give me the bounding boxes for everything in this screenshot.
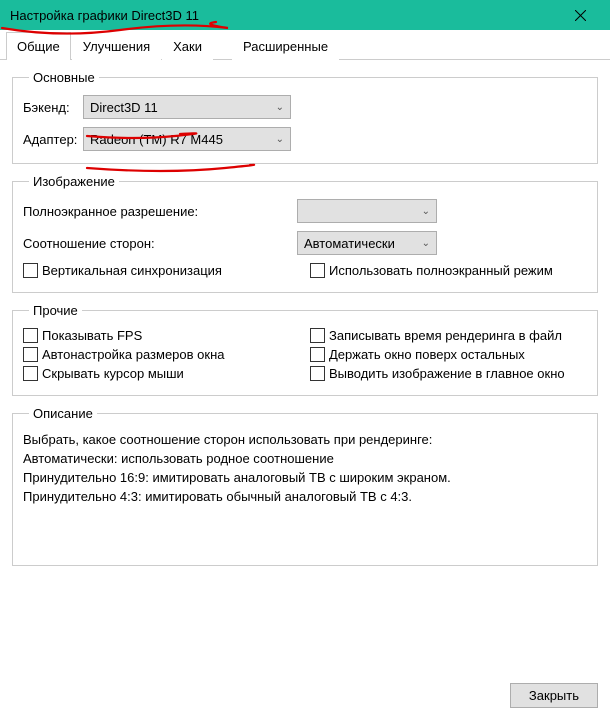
other-row-2: Автонастройка размеров окна Держать окно… <box>23 347 587 362</box>
chevron-down-icon: ⌄ <box>276 134 284 145</box>
group-basic: Основные Бэкенд: Direct3D 11 ⌄ Адаптер: … <box>12 70 598 164</box>
group-other-title: Прочие <box>29 303 82 318</box>
tab-bar: Общие Улучшения Хаки Расширенные <box>0 30 610 60</box>
tab-hacks[interactable]: Хаки <box>162 32 213 60</box>
tab-enhancements[interactable]: Улучшения <box>72 32 161 60</box>
tab-advanced[interactable]: Расширенные <box>232 32 339 60</box>
image-checkbox-row: Вертикальная синхронизация Использовать … <box>23 263 587 278</box>
show-fps-label: Показывать FPS <box>42 328 142 343</box>
keep-ontop-label: Держать окно поверх остальных <box>329 347 525 362</box>
auto-window-label: Автонастройка размеров окна <box>42 347 224 362</box>
tab-general[interactable]: Общие <box>6 32 71 60</box>
render-to-main-label: Выводить изображение в главное окно <box>329 366 565 381</box>
title-bar: Настройка графики Direct3D 11 <box>0 0 610 30</box>
adapter-select-value: Radeon (TM) R7 M445 <box>90 132 223 147</box>
keep-ontop-checkbox[interactable] <box>310 347 325 362</box>
auto-window-checkbox[interactable] <box>23 347 38 362</box>
vsync-checkbox[interactable] <box>23 263 38 278</box>
group-image: Изображение Полноэкранное разрешение: ⌄ … <box>12 174 598 293</box>
adapter-label: Адаптер: <box>23 132 83 147</box>
tab-content: Основные Бэкенд: Direct3D 11 ⌄ Адаптер: … <box>0 60 610 586</box>
chevron-down-icon: ⌄ <box>422 238 430 249</box>
other-row-3: Скрывать курсор мыши Выводить изображени… <box>23 366 587 381</box>
log-render-checkbox[interactable] <box>310 328 325 343</box>
adapter-row: Адаптер: Radeon (TM) R7 M445 ⌄ <box>23 127 587 151</box>
other-row-1: Показывать FPS Записывать время рендерин… <box>23 328 587 343</box>
render-to-main-checkbox-row[interactable]: Выводить изображение в главное окно <box>310 366 587 381</box>
group-description: Описание Выбрать, какое соотношение стор… <box>12 406 598 566</box>
aspect-row: Соотношение сторон: Автоматически ⌄ <box>23 231 587 255</box>
backend-label: Бэкенд: <box>23 100 83 115</box>
show-fps-checkbox[interactable] <box>23 328 38 343</box>
vsync-label: Вертикальная синхронизация <box>42 263 222 278</box>
aspect-select-value: Автоматически <box>304 236 395 251</box>
group-other: Прочие Показывать FPS Записывать время р… <box>12 303 598 396</box>
log-render-checkbox-row[interactable]: Записывать время рендеринга в файл <box>310 328 587 343</box>
adapter-select[interactable]: Radeon (TM) R7 M445 ⌄ <box>83 127 291 151</box>
hide-cursor-label: Скрывать курсор мыши <box>42 366 184 381</box>
window-title: Настройка графики Direct3D 11 <box>10 8 560 23</box>
log-render-label: Записывать время рендеринга в файл <box>329 328 562 343</box>
chevron-down-icon: ⌄ <box>422 206 430 217</box>
fullscreen-label: Использовать полноэкранный режим <box>329 263 553 278</box>
close-button[interactable]: Закрыть <box>510 683 598 708</box>
group-basic-title: Основные <box>29 70 99 85</box>
group-description-title: Описание <box>29 406 97 421</box>
vsync-checkbox-row[interactable]: Вертикальная синхронизация <box>23 263 300 278</box>
show-fps-checkbox-row[interactable]: Показывать FPS <box>23 328 300 343</box>
fullres-row: Полноэкранное разрешение: ⌄ <box>23 199 587 223</box>
hide-cursor-checkbox[interactable] <box>23 366 38 381</box>
close-window-button[interactable] <box>560 0 600 30</box>
dialog-footer: Закрыть <box>510 683 598 708</box>
description-text: Выбрать, какое соотношение сторон исполь… <box>23 431 587 506</box>
chevron-down-icon: ⌄ <box>276 102 284 113</box>
auto-window-checkbox-row[interactable]: Автонастройка размеров окна <box>23 347 300 362</box>
fullres-select[interactable]: ⌄ <box>297 199 437 223</box>
aspect-select[interactable]: Автоматически ⌄ <box>297 231 437 255</box>
fullscreen-checkbox[interactable] <box>310 263 325 278</box>
aspect-label: Соотношение сторон: <box>23 236 213 251</box>
backend-select[interactable]: Direct3D 11 ⌄ <box>83 95 291 119</box>
hide-cursor-checkbox-row[interactable]: Скрывать курсор мыши <box>23 366 300 381</box>
render-to-main-checkbox[interactable] <box>310 366 325 381</box>
fullres-label: Полноэкранное разрешение: <box>23 204 213 219</box>
close-icon <box>575 10 586 21</box>
group-image-title: Изображение <box>29 174 119 189</box>
backend-select-value: Direct3D 11 <box>90 100 158 115</box>
fullscreen-checkbox-row[interactable]: Использовать полноэкранный режим <box>310 263 587 278</box>
keep-ontop-checkbox-row[interactable]: Держать окно поверх остальных <box>310 347 587 362</box>
backend-row: Бэкенд: Direct3D 11 ⌄ <box>23 95 587 119</box>
